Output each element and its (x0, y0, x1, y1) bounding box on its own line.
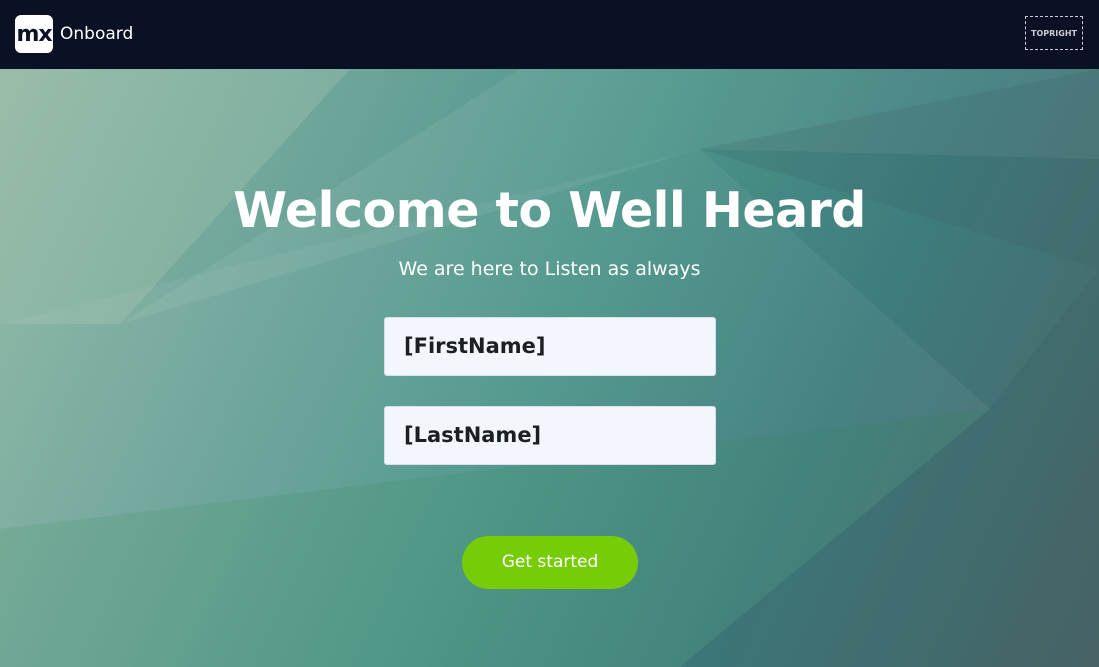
logo-text: mx (16, 21, 52, 47)
page-subtitle: We are here to Listen as always (398, 258, 701, 280)
app-name: Onboard (60, 24, 134, 44)
hero-section: Welcome to Well Heard We are here to Lis… (0, 69, 1099, 667)
first-name-field[interactable]: [FirstName] (384, 317, 716, 376)
topright-placeholder: TOPRIGHT (1025, 16, 1083, 50)
page-title: Welcome to Well Heard (233, 182, 866, 239)
last-name-field[interactable]: [LastName] (384, 406, 716, 465)
top-navigation-bar: mx Onboard TOPRIGHT (0, 0, 1099, 69)
get-started-button[interactable]: Get started (462, 536, 638, 589)
mendix-logo[interactable]: mx (15, 15, 53, 53)
